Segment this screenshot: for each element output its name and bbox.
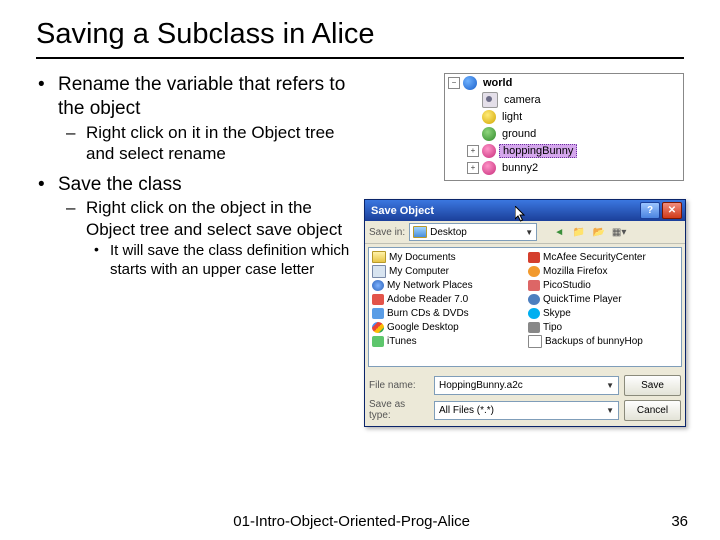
save-in-label: Save in: <box>369 227 405 238</box>
slide-title: Saving a Subclass in Alice <box>36 18 684 59</box>
file-name-label: File name: <box>369 380 429 391</box>
list-item[interactable]: PicoStudio <box>528 278 678 292</box>
bullet-2: Save the class <box>58 174 182 195</box>
up-folder-icon[interactable]: 📁 <box>571 224 587 240</box>
slide-footer: 01-Intro-Object-Oriented-Prog-Alice 36 <box>0 513 720 530</box>
close-button[interactable]: ✕ <box>662 202 682 219</box>
chevron-down-icon: ▼ <box>606 381 614 390</box>
item-label: McAfee SecurityCenter <box>543 252 646 263</box>
item-label: My Documents <box>389 252 456 263</box>
bunny-icon <box>482 161 496 175</box>
tree-label: ground <box>499 128 539 140</box>
burn-icon <box>372 308 384 319</box>
firefox-icon <box>528 266 540 277</box>
tree-label: world <box>480 77 515 89</box>
computer-icon <box>372 265 386 278</box>
list-item[interactable]: Tipo <box>528 320 678 334</box>
back-icon[interactable]: ◄ <box>551 224 567 240</box>
item-label: Skype <box>543 308 571 319</box>
save-object-dialog: Save Object ? ✕ Save in: Desktop ▼ ◄ 📁 � <box>364 199 686 427</box>
desktop-icon <box>413 226 427 238</box>
dialog-title: Save Object <box>371 205 434 217</box>
save-as-type-label: Save as type: <box>369 399 429 421</box>
file-name-value: HoppingBunny.a2c <box>439 380 523 391</box>
tree-row-ground[interactable]: ground <box>445 125 683 142</box>
list-item[interactable]: Google Desktop <box>372 320 522 334</box>
save-in-value: Desktop <box>430 227 467 238</box>
bullet-list: Rename the variable that refers to the o… <box>36 73 352 287</box>
item-label: Google Desktop <box>387 322 459 333</box>
tree-row-world[interactable]: − world <box>445 74 683 91</box>
file-list[interactable]: My Documents My Computer My Network Plac… <box>368 247 682 367</box>
item-label: Backups of bunnyHop <box>545 336 643 347</box>
save-as-type-field[interactable]: All Files (*.*) ▼ <box>434 401 619 420</box>
app-icon <box>528 280 540 291</box>
tree-row-camera[interactable]: camera <box>445 91 683 108</box>
adobe-icon <box>372 294 384 305</box>
google-icon <box>372 322 384 333</box>
tree-row-light[interactable]: light <box>445 108 683 125</box>
dialog-titlebar[interactable]: Save Object ? ✕ <box>365 200 685 221</box>
item-label: Burn CDs & DVDs <box>387 308 469 319</box>
backup-icon <box>528 335 542 348</box>
expand-icon[interactable]: + <box>467 145 479 157</box>
item-label: Mozilla Firefox <box>543 266 607 277</box>
list-item[interactable]: Skype <box>528 306 678 320</box>
file-name-field[interactable]: HoppingBunny.a2c ▼ <box>434 376 619 395</box>
folder-icon <box>372 251 386 263</box>
list-item[interactable]: Burn CDs & DVDs <box>372 306 522 320</box>
itunes-icon <box>372 336 384 347</box>
bullet-2-1: Right click on the object in the Object … <box>86 198 342 239</box>
footer-text: 01-Intro-Object-Oriented-Prog-Alice <box>32 513 671 530</box>
collapse-icon[interactable]: − <box>448 77 460 89</box>
save-in-combo[interactable]: Desktop ▼ <box>409 223 537 241</box>
tree-label: bunny2 <box>499 162 541 174</box>
item-label: Adobe Reader 7.0 <box>387 294 468 305</box>
app-icon <box>528 322 540 333</box>
tree-label-selected: hoppingBunny <box>499 144 577 158</box>
chevron-down-icon: ▼ <box>606 406 614 415</box>
save-as-type-value: All Files (*.*) <box>439 405 494 416</box>
network-icon <box>372 280 384 291</box>
object-tree-panel: − world camera light ground <box>444 73 684 181</box>
page-number: 36 <box>671 513 688 530</box>
bunny-icon <box>482 144 496 158</box>
cancel-button[interactable]: Cancel <box>624 400 681 421</box>
bullet-2-1-1: It will save the class definition which … <box>110 242 349 278</box>
item-label: iTunes <box>387 336 417 347</box>
list-item[interactable]: McAfee SecurityCenter <box>528 250 678 264</box>
item-label: My Computer <box>389 266 449 277</box>
tree-row-bunny2[interactable]: + bunny2 <box>445 159 683 176</box>
list-item[interactable]: Adobe Reader 7.0 <box>372 292 522 306</box>
world-icon <box>463 76 477 90</box>
item-label: Tipo <box>543 322 562 333</box>
list-item[interactable]: QuickTime Player <box>528 292 678 306</box>
list-item[interactable]: iTunes <box>372 334 522 348</box>
list-item[interactable]: My Computer <box>372 264 522 278</box>
ground-icon <box>482 127 496 141</box>
save-button[interactable]: Save <box>624 375 681 396</box>
bullet-1: Rename the variable that refers to the o… <box>58 74 345 119</box>
chevron-down-icon: ▼ <box>525 228 533 237</box>
bullet-1-1: Right click on it in the Object tree and… <box>86 123 335 164</box>
quicktime-icon <box>528 294 540 305</box>
tree-row-hoppingbunny[interactable]: + hoppingBunny <box>445 142 683 159</box>
views-icon[interactable]: ▦▾ <box>611 224 627 240</box>
camera-icon <box>482 92 498 108</box>
item-label: My Network Places <box>387 280 473 291</box>
new-folder-icon[interactable]: 📂 <box>591 224 607 240</box>
item-label: PicoStudio <box>543 280 591 291</box>
skype-icon <box>528 308 540 319</box>
list-item[interactable]: Mozilla Firefox <box>528 264 678 278</box>
list-item[interactable]: Backups of bunnyHop <box>528 334 678 348</box>
item-label: QuickTime Player <box>543 294 622 305</box>
tree-label: light <box>499 111 525 123</box>
tree-label: camera <box>501 94 544 106</box>
mcafee-icon <box>528 252 540 263</box>
light-icon <box>482 110 496 124</box>
help-button[interactable]: ? <box>640 202 660 219</box>
list-item[interactable]: My Network Places <box>372 278 522 292</box>
expand-icon[interactable]: + <box>467 162 479 174</box>
list-item[interactable]: My Documents <box>372 250 522 264</box>
